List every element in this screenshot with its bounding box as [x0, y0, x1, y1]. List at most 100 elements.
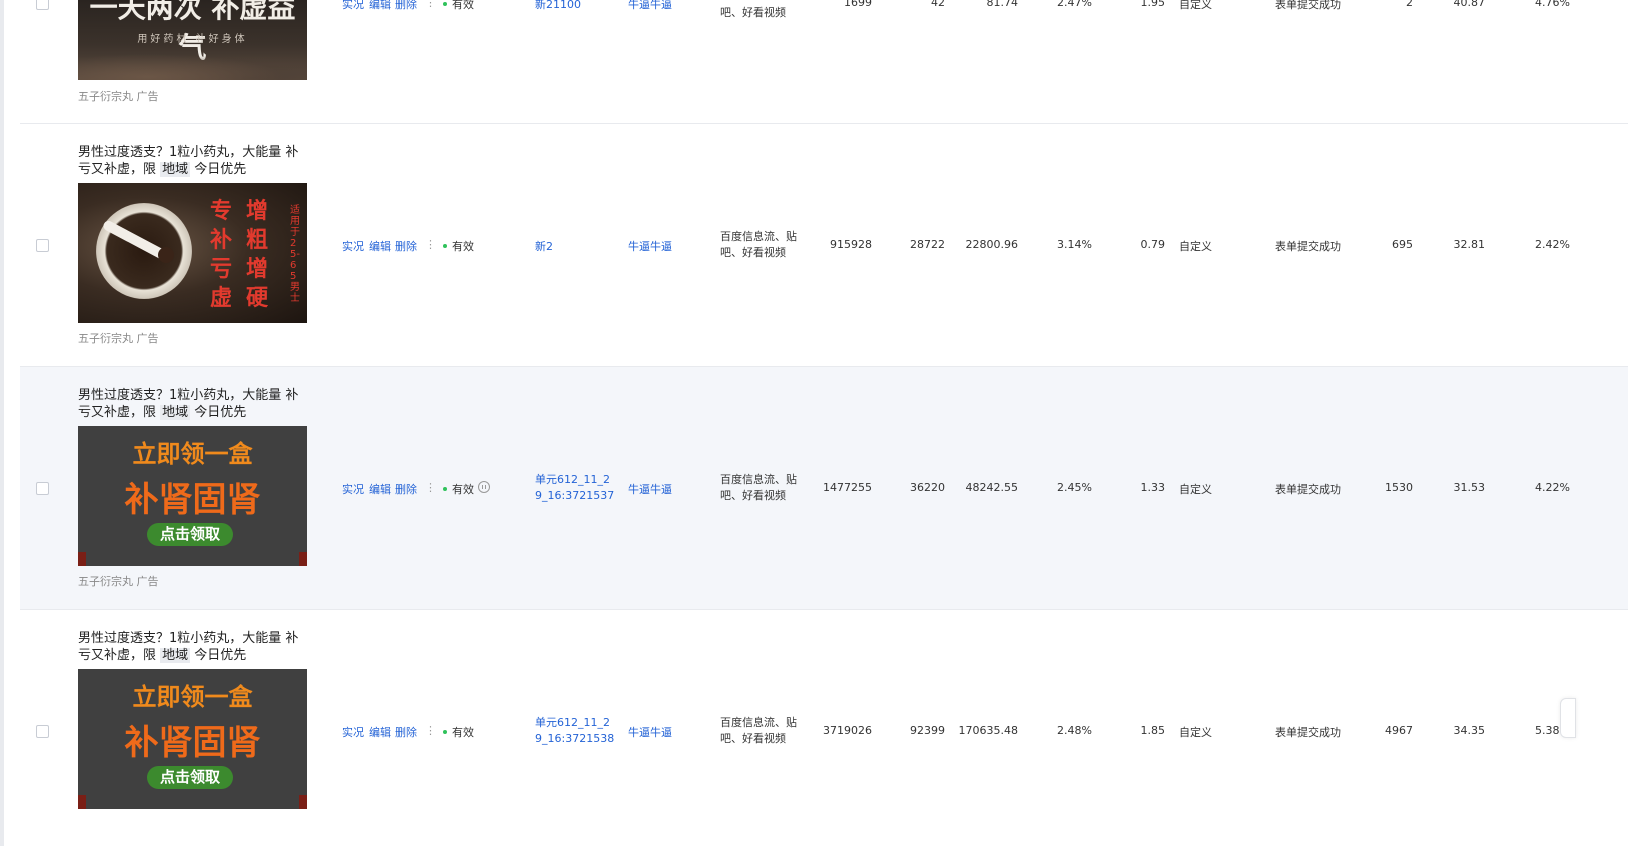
- conversions: 4967: [1385, 724, 1413, 737]
- edit-link[interactable]: 编辑: [369, 724, 391, 740]
- ad-source: 五子衍宗丸 广告: [78, 575, 159, 588]
- ad-image-subline: 补肾固肾: [124, 480, 261, 520]
- status-text: 有效: [452, 726, 474, 739]
- ad-image-corner-left: [78, 552, 86, 566]
- cpc: 1.33: [1140, 481, 1166, 494]
- conversion-type: 表单提交成功: [1275, 726, 1341, 739]
- impressions: 1477255: [823, 481, 872, 494]
- more-icon[interactable]: ⋮: [425, 724, 436, 737]
- bid-type: 自定义: [1179, 726, 1212, 739]
- ad-image-corner-left: [78, 795, 86, 809]
- ctr: 2.48%: [1057, 724, 1092, 737]
- conversion-cost: 40.87: [1453, 0, 1486, 9]
- plan-link[interactable]: 牛逼牛逼: [628, 724, 672, 740]
- impressions: 1699: [844, 0, 872, 9]
- ad-source: 五子衍宗丸 广告: [78, 332, 159, 345]
- bid-type: 自定义: [1179, 483, 1212, 496]
- unit-link[interactable]: 单元612_11_29_16:3721537: [535, 472, 615, 504]
- row-checkbox[interactable]: [36, 482, 49, 495]
- ctr: 3.14%: [1057, 238, 1092, 251]
- ad-title-suffix: 今日优先: [190, 162, 247, 177]
- ad-image-cta: 点击领取: [147, 766, 233, 789]
- delete-link[interactable]: 删除: [395, 724, 417, 740]
- ad-image-col2: 增粗增硬: [246, 198, 269, 311]
- ad-image-side: 适用于25-65男士: [290, 205, 300, 304]
- status-dot: [443, 487, 447, 491]
- unit-link[interactable]: 新2: [535, 238, 553, 254]
- ad-image-bowl: [96, 203, 192, 299]
- plan-link[interactable]: 牛逼牛逼: [628, 238, 672, 254]
- plan-link[interactable]: 牛逼牛逼: [628, 481, 672, 497]
- cost: 81.74: [986, 0, 1019, 9]
- ad-image-subline: 用好药材 补好身体: [137, 34, 248, 45]
- conversion-rate: 2.42%: [1535, 238, 1570, 251]
- region-tag: 地域: [160, 162, 191, 177]
- left-border: [0, 0, 4, 846]
- ad-title-suffix: 今日优先: [190, 648, 247, 663]
- status-dot: [443, 244, 447, 248]
- ad-image: 立即领一盒 补肾固肾 点击领取: [78, 669, 307, 809]
- pause-icon[interactable]: [478, 481, 490, 493]
- conversion-type: 表单提交成功: [1275, 483, 1341, 496]
- ad-image-headline: 立即领一盒: [132, 683, 253, 711]
- unit-link[interactable]: 新21100: [535, 0, 581, 12]
- live-link[interactable]: 实况: [342, 724, 364, 740]
- row-checkbox[interactable]: [36, 239, 49, 252]
- status-text: 有效: [452, 0, 474, 11]
- cost: 48242.55: [965, 481, 1019, 494]
- live-link[interactable]: 实况: [342, 238, 364, 254]
- cpc: 0.79: [1140, 238, 1166, 251]
- bid-type: 自定义: [1179, 0, 1212, 11]
- ad-image-subline: 补肾固肾: [124, 723, 261, 763]
- ad-image: 一天两次 补虚益气 用好药材 补好身体: [78, 0, 307, 80]
- ad-image-corner-right: [299, 552, 307, 566]
- ad-image: 专补亏虚 增粗增硬 适用于25-65男士: [78, 183, 307, 323]
- conversion-cost: 32.81: [1453, 238, 1486, 251]
- impressions: 915928: [830, 238, 872, 251]
- unit-link[interactable]: 单元612_11_29_16:3721538: [535, 715, 615, 747]
- ad-image-col1: 专补亏虚: [210, 198, 233, 311]
- ad-image-corner-right: [299, 795, 307, 809]
- more-icon[interactable]: ⋮: [425, 0, 436, 9]
- ad-title: 男性过度透支？1粒小药丸，大能量 补亏又补虚，限 地域 今日优先: [78, 630, 310, 664]
- ad-image-pill: [158, 247, 174, 263]
- placement: 百度信息流、贴吧、好看视频: [720, 716, 797, 745]
- ad-image-texture: [78, 50, 307, 80]
- conversion-type: 表单提交成功: [1275, 240, 1341, 253]
- edit-link[interactable]: 编辑: [369, 481, 391, 497]
- delete-link[interactable]: 删除: [395, 481, 417, 497]
- clicks: 92399: [910, 724, 945, 737]
- edit-link[interactable]: 编辑: [369, 0, 391, 12]
- cpc: 1.95: [1140, 0, 1166, 9]
- conversion-cost: 34.35: [1453, 724, 1486, 737]
- impressions: 3719026: [823, 724, 872, 737]
- placement: 百度信息流、贴吧、好看视频: [720, 473, 797, 502]
- conversion-cost: 31.53: [1453, 481, 1486, 494]
- bid-type: 自定义: [1179, 240, 1212, 253]
- more-icon[interactable]: ⋮: [425, 481, 436, 494]
- placement: 百度信息流、贴吧、好看视频: [720, 230, 797, 259]
- placement: 吧、好看视频: [720, 6, 786, 19]
- cost: 170635.48: [958, 724, 1019, 737]
- conversions: 2: [1406, 0, 1413, 9]
- status-dot: [443, 730, 447, 734]
- row-checkbox[interactable]: [36, 0, 49, 10]
- side-float-handle[interactable]: [1560, 698, 1576, 738]
- live-link[interactable]: 实况: [342, 481, 364, 497]
- region-tag: 地域: [160, 648, 191, 663]
- conversion-rate: 4.76%: [1535, 0, 1570, 9]
- ctr: 2.47%: [1057, 0, 1092, 9]
- status-text: 有效: [452, 240, 474, 253]
- plan-link[interactable]: 牛逼牛逼: [628, 0, 672, 12]
- row-checkbox[interactable]: [36, 725, 49, 738]
- delete-link[interactable]: 删除: [395, 238, 417, 254]
- ad-image-cta: 点击领取: [147, 523, 233, 546]
- cost: 22800.96: [965, 238, 1019, 251]
- ctr: 2.45%: [1057, 481, 1092, 494]
- ad-title: 男性过度透支？1粒小药丸，大能量 补亏又补虚，限 地域 今日优先: [78, 144, 310, 178]
- more-icon[interactable]: ⋮: [425, 238, 436, 251]
- edit-link[interactable]: 编辑: [369, 238, 391, 254]
- live-link[interactable]: 实况: [342, 0, 364, 12]
- delete-link[interactable]: 删除: [395, 0, 417, 12]
- clicks: 36220: [910, 481, 945, 494]
